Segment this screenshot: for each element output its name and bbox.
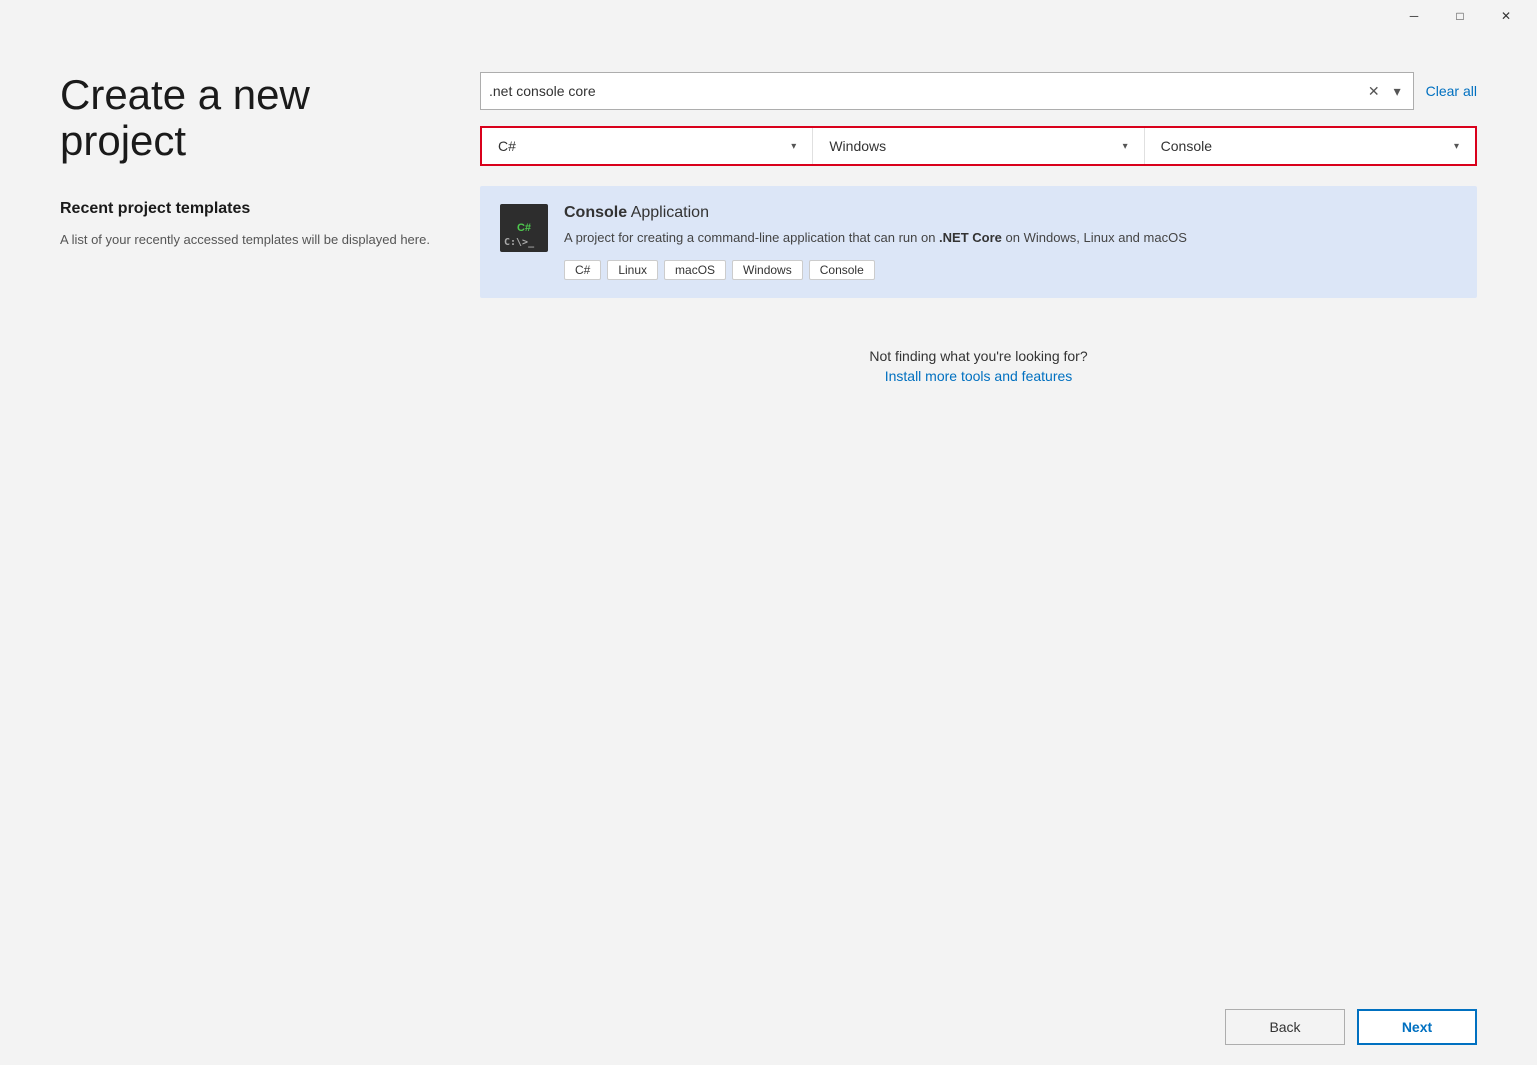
minimize-button[interactable]: ─	[1391, 0, 1437, 32]
template-title-prefix: Console	[564, 204, 627, 221]
tag-csharp: C#	[564, 260, 601, 280]
right-panel: ✕ ▾ Clear all C# ▾ Windows ▾ Console ▾	[480, 72, 1477, 1045]
search-input[interactable]	[489, 83, 1364, 99]
not-finding-section: Not finding what you're looking for? Ins…	[480, 348, 1477, 386]
template-info: Console Application A project for creati…	[564, 204, 1457, 280]
recent-heading: Recent project templates	[60, 200, 440, 218]
language-filter-label: C#	[498, 138, 516, 154]
language-filter-arrow: ▾	[791, 141, 796, 152]
maximize-button[interactable]: □	[1437, 0, 1483, 32]
clear-all-link[interactable]: Clear all	[1426, 83, 1477, 99]
not-finding-text: Not finding what you're looking for?	[480, 348, 1477, 364]
recent-desc: A list of your recently accessed templat…	[60, 230, 440, 250]
search-dropdown-button[interactable]: ▾	[1390, 81, 1405, 102]
search-row: ✕ ▾ Clear all	[480, 72, 1477, 110]
close-button[interactable]: ✕	[1483, 0, 1529, 32]
template-title: Console Application	[564, 204, 1457, 222]
search-clear-button[interactable]: ✕	[1364, 81, 1384, 102]
platform-filter-arrow: ▾	[1123, 141, 1128, 152]
main-content: Create a new project Recent project temp…	[0, 32, 1537, 1065]
tag-macos: macOS	[664, 260, 726, 280]
template-tags: C# Linux macOS Windows Console	[564, 260, 1457, 280]
template-title-suffix: Application	[627, 204, 709, 221]
template-icon: C# C:\>_	[500, 204, 548, 252]
next-button[interactable]: Next	[1357, 1009, 1477, 1045]
tag-console: Console	[809, 260, 875, 280]
bottom-bar: Back Next	[0, 989, 1537, 1065]
project-type-filter[interactable]: Console ▾	[1145, 128, 1475, 164]
platform-filter[interactable]: Windows ▾	[813, 128, 1144, 164]
template-desc-suffix: on Windows, Linux and macOS	[1002, 230, 1187, 245]
filter-row: C# ▾ Windows ▾ Console ▾	[480, 126, 1477, 166]
back-button[interactable]: Back	[1225, 1009, 1345, 1045]
titlebar: ─ □ ✕	[0, 0, 1537, 32]
tag-linux: Linux	[607, 260, 658, 280]
tag-windows: Windows	[732, 260, 803, 280]
project-type-filter-arrow: ▾	[1454, 141, 1459, 152]
template-desc-prefix: A project for creating a command-line ap…	[564, 230, 939, 245]
project-type-filter-label: Console	[1161, 138, 1212, 154]
search-box: ✕ ▾	[480, 72, 1414, 110]
install-tools-link[interactable]: Install more tools and features	[885, 368, 1073, 384]
platform-filter-label: Windows	[829, 138, 886, 154]
left-panel: Create a new project Recent project temp…	[60, 72, 480, 1045]
template-desc-bold: .NET Core	[939, 230, 1002, 245]
template-desc: A project for creating a command-line ap…	[564, 228, 1457, 248]
page-title: Create a new project	[60, 72, 440, 164]
template-card[interactable]: C# C:\>_ Console Application A project f…	[480, 186, 1477, 298]
language-filter[interactable]: C# ▾	[482, 128, 813, 164]
